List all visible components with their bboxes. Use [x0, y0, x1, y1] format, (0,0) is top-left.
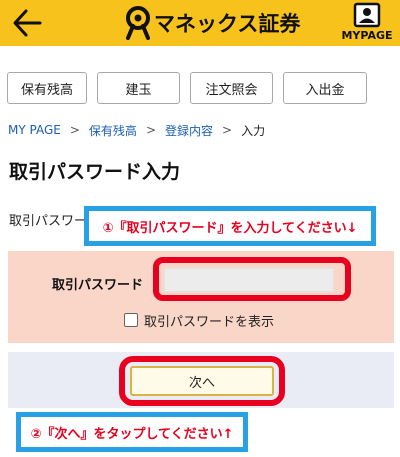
breadcrumb-holdings[interactable]: 保有残高	[89, 122, 137, 139]
tab-deposit-withdrawal[interactable]: 入出金	[283, 72, 367, 104]
breadcrumb-separator: >	[145, 123, 156, 137]
breadcrumb-current: 入力	[241, 123, 266, 138]
tab-order-inquiry[interactable]: 注文照会	[190, 72, 273, 104]
instruction-callout-1: ①『取引パスワード』を入力してください↓	[84, 206, 376, 246]
breadcrumb-separator: >	[222, 123, 233, 137]
app-header: マネックス証券 MYPAGE	[0, 0, 400, 46]
breadcrumb-separator: >	[69, 123, 80, 137]
show-password-checkbox[interactable]	[124, 313, 138, 327]
page-title: 取引パスワード入力	[9, 161, 181, 183]
mypage-button[interactable]: MYPAGE	[336, 2, 398, 46]
tab-holdings[interactable]: 保有残高	[7, 72, 87, 104]
breadcrumb-mypage[interactable]: MY PAGE	[8, 123, 61, 137]
brand-name: マネックス証券	[154, 12, 301, 36]
password-label: 取引パスワード	[52, 278, 144, 293]
show-password-label: 取引パスワードを表示	[144, 314, 275, 330]
show-password-toggle[interactable]: 取引パスワードを表示	[124, 311, 275, 330]
brand-logo: マネックス証券	[124, 5, 300, 41]
instruction-callout-2: ②『次へ』をタップしてください↑	[16, 412, 248, 452]
password-highlight-frame	[153, 257, 351, 301]
next-button[interactable]: 次へ	[130, 366, 274, 396]
mypage-label: MYPAGE	[341, 29, 393, 42]
breadcrumb: MY PAGE > 保有残高 > 登録内容 > 入力	[8, 121, 265, 139]
tab-positions[interactable]: 建玉	[97, 72, 180, 104]
breadcrumb-registration[interactable]: 登録内容	[165, 122, 213, 139]
back-button[interactable]	[10, 6, 46, 40]
left-arrow-icon	[13, 9, 42, 37]
person-card-icon	[353, 2, 381, 28]
monex-logo-icon	[126, 6, 150, 40]
